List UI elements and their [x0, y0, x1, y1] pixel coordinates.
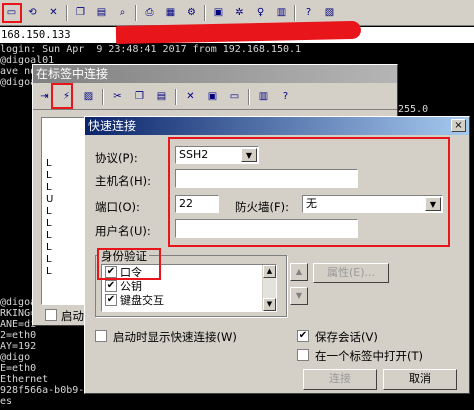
username-input[interactable]	[175, 219, 358, 238]
dialog-title-bar: 快速连接 ×	[85, 117, 469, 135]
terminal-line: login: Sun Apr 9 23:48:41 2017 from 192.…	[0, 44, 302, 55]
protocol-label: 协议(P):	[95, 151, 138, 165]
terminal-line: es	[0, 396, 13, 407]
about-icon[interactable]: ▧	[321, 5, 338, 21]
port-input[interactable]: 22	[175, 195, 219, 213]
connect-icon[interactable]: ⇥	[36, 89, 53, 105]
quick-connect-icon[interactable]: ⚡	[58, 89, 75, 105]
auth-method-label: 键盘交互	[120, 294, 164, 307]
dialog-toolbar: ⇥ ⚡ ▨ ✂ ❐ ▤ ✕ ▣ ▭ ▥ ?	[33, 84, 397, 110]
chevron-down-icon[interactable]: ▼	[425, 197, 441, 211]
move-down-icon[interactable]: ▼	[290, 287, 308, 305]
new-session-icon[interactable]: ▨	[80, 89, 97, 105]
username-label: 用户名(U):	[95, 224, 151, 238]
move-up-icon[interactable]: ▲	[290, 263, 308, 281]
main-toolbar: ▭ ⟲ ✕ ❐ ▤ ⌕ ⎙ ▦ ⚙ ▣ ✲ ♀ ▥ ? ▧	[0, 0, 474, 26]
options-icon[interactable]: ▣	[210, 5, 227, 21]
protocol-value: SSH2	[179, 148, 209, 161]
hostname-input[interactable]	[175, 169, 358, 188]
scroll-down-icon[interactable]: ▼	[263, 298, 276, 311]
auth-list-scrollbar[interactable]: ▲ ▼	[262, 265, 276, 311]
show-on-startup-checkbox[interactable]	[95, 330, 107, 342]
hostname-label: 主机名(H):	[95, 174, 151, 188]
show-on-startup-label: 启动时显示快速连接(W)	[113, 330, 237, 344]
lock-icon[interactable]: ♀	[252, 5, 269, 21]
copy-icon[interactable]: ❐	[72, 5, 89, 21]
paste-icon[interactable]: ▤	[153, 89, 170, 105]
startup-checkbox[interactable]	[45, 309, 57, 321]
dialog-title: 快速连接	[88, 119, 137, 133]
save-session-checkbox[interactable]: ✔	[297, 330, 309, 342]
connect-button[interactable]: 连接	[303, 369, 377, 390]
toolbar-separator	[175, 88, 177, 105]
properties-icon[interactable]: ▣	[204, 89, 221, 105]
desktop-icon[interactable]: ▥	[255, 89, 272, 105]
properties-button[interactable]: 属性(E)...	[313, 263, 389, 283]
auth-method-list[interactable]: ✔ 口令 ✔ 公钥 ✔ 键盘交互 ▲ ▼	[101, 264, 277, 312]
options-icon[interactable]: ⚙	[183, 5, 200, 21]
toolbar-separator	[248, 88, 250, 105]
auth-method-checkbox[interactable]: ✔	[105, 266, 117, 278]
keymap-icon[interactable]: ✲	[231, 5, 248, 21]
toolbar-separator	[294, 4, 296, 21]
terminal-line: 255.0	[398, 104, 429, 115]
copy-icon[interactable]: ❐	[131, 89, 148, 105]
startup-label: 启动	[61, 309, 84, 323]
auth-group-label: 身份验证	[99, 248, 149, 264]
auth-method-item[interactable]: ✔ 公钥	[105, 279, 276, 293]
toolbar-separator	[102, 88, 104, 105]
port-label: 端口(O):	[95, 200, 140, 214]
cut-icon[interactable]: ✂	[109, 89, 126, 105]
sftp-icon[interactable]: ▥	[273, 5, 290, 21]
auth-method-checkbox[interactable]: ✔	[105, 294, 117, 306]
reconnect-icon[interactable]: ⟲	[24, 5, 41, 21]
new-folder-icon[interactable]: ▭	[226, 89, 243, 105]
disconnect-icon[interactable]: ✕	[45, 5, 62, 21]
delete-icon[interactable]: ✕	[182, 89, 199, 105]
auth-method-item[interactable]: ✔ 口令	[105, 265, 276, 279]
firewall-select[interactable]: 无 ▼	[302, 195, 443, 213]
print-setup-icon[interactable]: ▦	[162, 5, 179, 21]
open-in-tab-checkbox[interactable]	[297, 349, 309, 361]
save-session-label: 保存会话(V)	[315, 330, 378, 344]
print-icon[interactable]: ⎙	[141, 5, 158, 21]
close-icon[interactable]: ×	[451, 119, 466, 132]
dialog-title: 在标签中连接	[33, 65, 397, 83]
help-icon[interactable]: ?	[300, 5, 317, 21]
chevron-down-icon[interactable]: ▼	[241, 148, 257, 162]
protocol-select[interactable]: SSH2 ▼	[175, 146, 259, 164]
firewall-value: 无	[306, 197, 317, 210]
find-icon[interactable]: ⌕	[114, 5, 131, 21]
scroll-up-icon[interactable]: ▲	[263, 265, 276, 278]
toolbar-separator	[135, 4, 137, 21]
paste-icon[interactable]: ▤	[93, 5, 110, 21]
connect-icon[interactable]: ▭	[3, 5, 20, 21]
help-icon[interactable]: ?	[277, 89, 294, 105]
quick-connect-dialog: 快速连接 × 协议(P): SSH2 ▼ 主机名(H): 端口(O): 22 防…	[84, 116, 470, 394]
toolbar-separator	[66, 4, 68, 21]
open-in-tab-label: 在一个标签中打开(T)	[315, 349, 423, 363]
auth-method-checkbox[interactable]: ✔	[105, 280, 117, 292]
auth-method-item[interactable]: ✔ 键盘交互	[105, 293, 276, 307]
cancel-button[interactable]: 取消	[383, 369, 457, 390]
firewall-label: 防火墙(F):	[235, 200, 289, 214]
toolbar-separator	[204, 4, 206, 21]
